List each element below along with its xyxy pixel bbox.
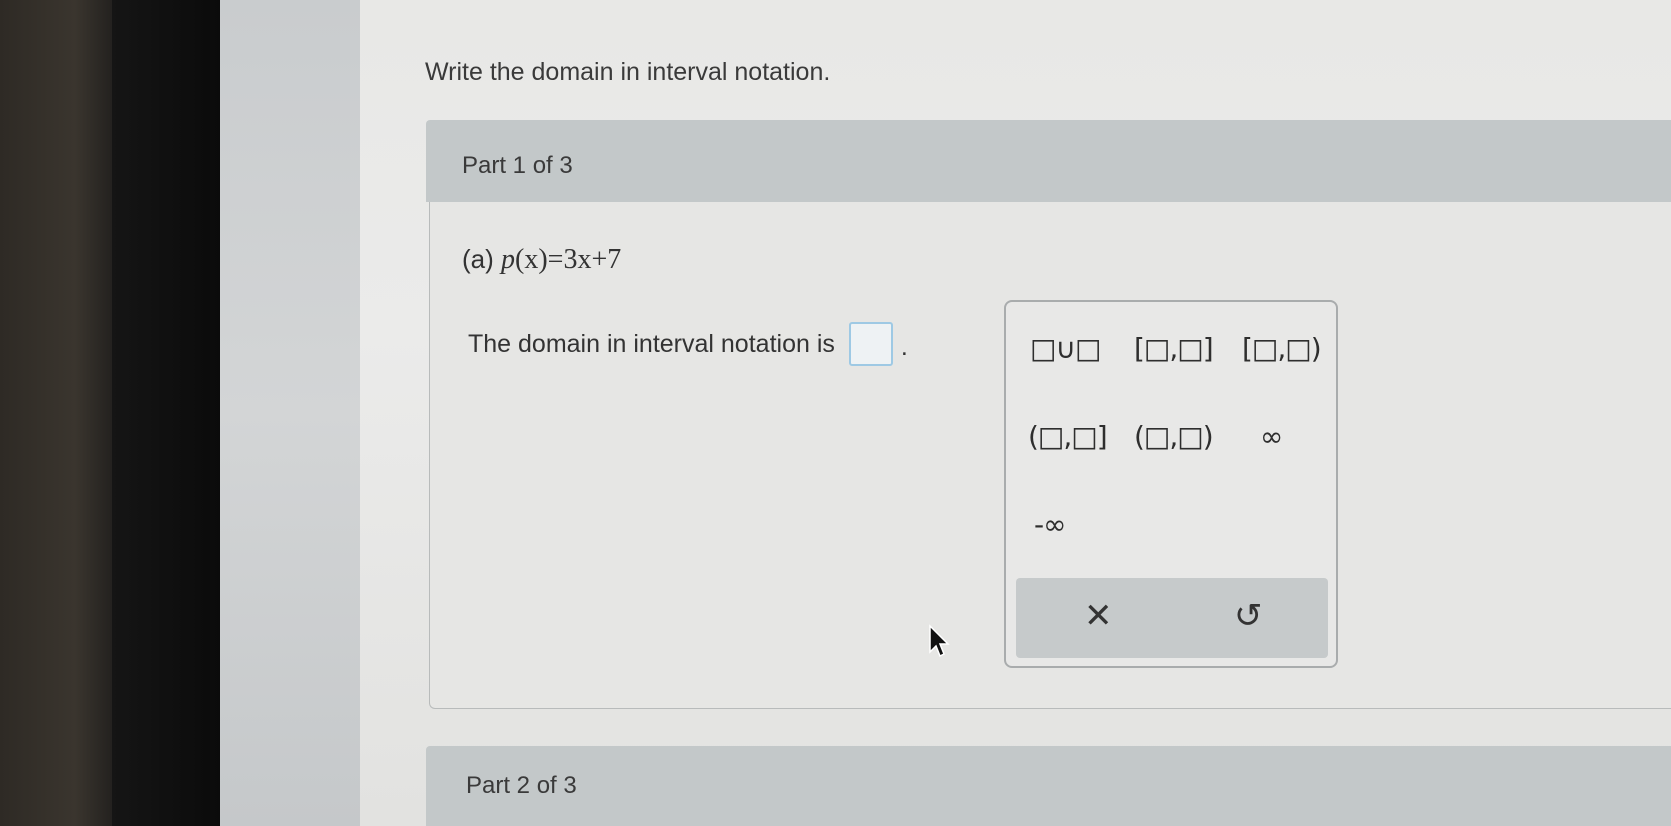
- part-2-label: Part 2 of 3: [466, 772, 577, 799]
- function-arg: (x): [515, 244, 548, 275]
- monitor-bezel-edge: [112, 0, 220, 826]
- answer-prompt: The domain in interval notation is: [468, 329, 835, 358]
- part-1-label: Part 1 of 3: [462, 152, 573, 179]
- answer-input[interactable]: [848, 322, 893, 366]
- answer-period: .: [900, 332, 908, 361]
- negative-infinity-button[interactable]: -∞: [1034, 508, 1066, 541]
- part-2-header: Part 2 of 3: [426, 746, 1671, 826]
- mouse-pointer-icon: [929, 624, 950, 658]
- part-1-header: Part 1 of 3: [426, 120, 1671, 202]
- closed-interval-button[interactable]: [□,□]: [1134, 332, 1214, 365]
- union-button[interactable]: □∪□: [1030, 332, 1101, 365]
- math-palette: □∪□ [□,□] [□,□) (□,□] (□,□) ∞ -∞ ✕ ↺: [1004, 300, 1338, 668]
- monitor-bezel-left: [0, 0, 125, 826]
- function-rhs: =3x+7: [547, 244, 622, 275]
- open-interval-button[interactable]: (□,□): [1134, 420, 1214, 453]
- question-prefix: (a): [462, 244, 494, 274]
- infinity-button[interactable]: ∞: [1260, 420, 1283, 453]
- undo-icon[interactable]: ↺: [1234, 596, 1263, 636]
- open-closed-interval-button[interactable]: (□,□]: [1028, 420, 1108, 453]
- function-name: p: [501, 244, 516, 275]
- answer-line: The domain in interval notation is .: [468, 322, 908, 366]
- page-gutter: [220, 0, 360, 826]
- clear-icon[interactable]: ✕: [1084, 596, 1113, 636]
- palette-action-bar: ✕ ↺: [1016, 578, 1328, 658]
- question-a: (a) p(x)=3x+7: [462, 244, 621, 276]
- instruction-text: Write the domain in interval notation.: [425, 58, 831, 86]
- closed-open-interval-button[interactable]: [□,□): [1242, 332, 1322, 365]
